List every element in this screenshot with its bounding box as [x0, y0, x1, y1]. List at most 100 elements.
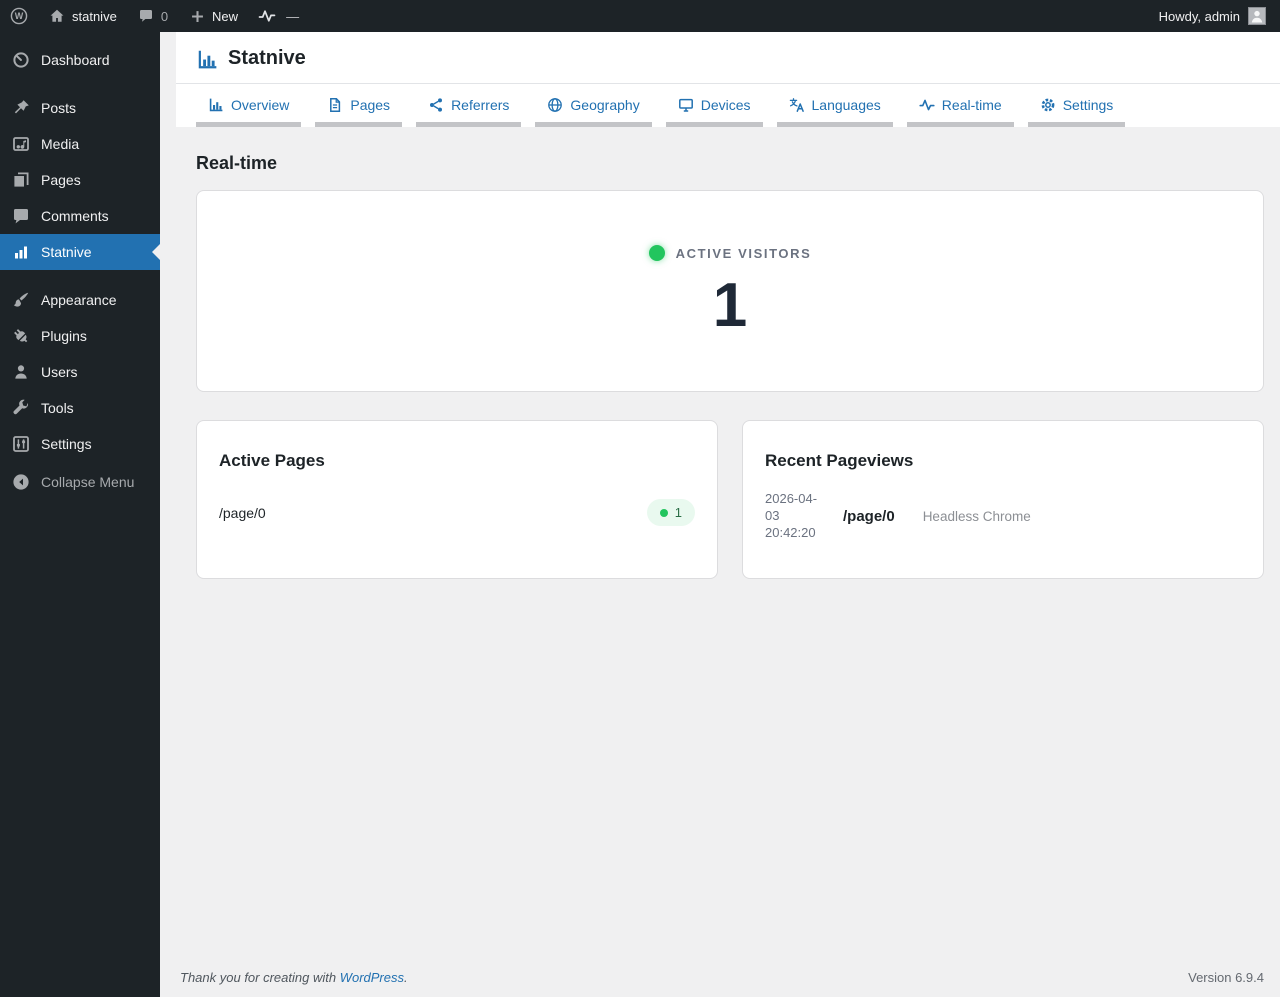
statnive-adminbar-menu[interactable]: —: [248, 0, 313, 32]
sidebar-item-posts[interactable]: Posts: [0, 90, 160, 126]
sidebar-item-media[interactable]: Media: [0, 126, 160, 162]
sidebar-item-collapse-menu[interactable]: Collapse Menu: [0, 464, 160, 500]
share-nodes-icon: [428, 97, 444, 113]
footer-period: .: [404, 970, 408, 985]
tab-bar: Overview Pages: [176, 84, 1280, 127]
menu-separator: [0, 270, 160, 282]
comment-bubble-icon: [137, 7, 155, 25]
comments-menu[interactable]: 0: [127, 0, 178, 32]
tab-referrers[interactable]: Referrers: [416, 84, 521, 127]
visitor-count-badge: 1: [647, 499, 695, 526]
sidebar-item-appearance[interactable]: Appearance: [0, 282, 160, 318]
sidebar-item-label: Plugins: [41, 328, 87, 344]
tab-label: Devices: [701, 97, 751, 113]
sidebar-item-plugins[interactable]: Plugins: [0, 318, 160, 354]
footer-thanks: Thank you for creating with WordPress.: [180, 970, 408, 985]
footer-thanks-text: Thank you for creating with: [180, 970, 336, 985]
statnive-adminbar-count: —: [282, 9, 303, 24]
comments-icon: [11, 206, 31, 226]
dashboard-gauge-icon: [11, 50, 31, 70]
active-pages-card: Active Pages /page/0 1: [196, 420, 718, 579]
sidebar-item-label: Comments: [41, 208, 109, 224]
badge-dot-icon: [660, 509, 668, 517]
section-heading: Real-time: [196, 153, 1264, 174]
pages-icon: [11, 170, 31, 190]
sidebar-item-label: Settings: [41, 436, 92, 452]
comments-count: 0: [161, 9, 168, 24]
plugin-icon: [11, 326, 31, 346]
home-icon: [48, 7, 66, 25]
tab-label: Pages: [350, 97, 390, 113]
wordpress-logo-menu[interactable]: W: [0, 0, 38, 32]
pageview-browser: Headless Chrome: [923, 509, 1031, 524]
page-path: /page/0: [219, 505, 266, 521]
tab-label: Geography: [570, 97, 639, 113]
collapse-arrow-icon: [11, 472, 31, 492]
plugin-header: Statnive Overview: [176, 32, 1280, 127]
media-icon: [11, 134, 31, 154]
page-content: Real-time ACTIVE VISITORS 1 Active Pages…: [176, 127, 1280, 579]
sidebar-item-label: Media: [41, 136, 79, 152]
footer-version: Version 6.9.4: [1188, 970, 1264, 985]
sidebar-item-label: Collapse Menu: [41, 474, 134, 490]
account-menu[interactable]: Howdy, admin: [1145, 0, 1280, 32]
wordpress-link[interactable]: WordPress: [340, 970, 404, 985]
sidebar-item-dashboard[interactable]: Dashboard: [0, 42, 160, 78]
cards-grid: Active Pages /page/0 1 Recent Pageviews …: [196, 420, 1264, 579]
page-title: Statnive: [228, 47, 306, 70]
pulse-icon: [258, 7, 276, 25]
plugin-title-row: Statnive: [176, 32, 1280, 84]
svg-text:W: W: [15, 11, 24, 21]
admin-footer: Thank you for creating with WordPress. V…: [176, 960, 1280, 997]
sidebar-item-label: Dashboard: [41, 52, 110, 68]
tab-label: Real-time: [942, 97, 1002, 113]
tab-label: Overview: [231, 97, 289, 113]
tab-label: Referrers: [451, 97, 509, 113]
admin-bar: W statnive 0 New: [0, 0, 1280, 32]
tab-label: Settings: [1063, 97, 1114, 113]
menu-separator: [0, 78, 160, 90]
tab-languages[interactable]: Languages: [777, 84, 893, 127]
avatar: [1248, 7, 1266, 25]
sidebar-item-settings[interactable]: Settings: [0, 426, 160, 462]
active-visitors-value: 1: [713, 275, 747, 337]
translate-icon: [789, 97, 805, 113]
sidebar-item-comments[interactable]: Comments: [0, 198, 160, 234]
user-icon: [11, 362, 31, 382]
sidebar-item-label: Tools: [41, 400, 74, 416]
sidebar-item-statnive[interactable]: Statnive: [0, 234, 160, 270]
new-content-menu[interactable]: New: [178, 0, 248, 32]
sidebar-item-pages[interactable]: Pages: [0, 162, 160, 198]
sidebar-item-tools[interactable]: Tools: [0, 390, 160, 426]
tab-pages[interactable]: Pages: [315, 84, 402, 127]
tab-devices[interactable]: Devices: [666, 84, 763, 127]
sidebar-item-label: Users: [41, 364, 78, 380]
tab-overview[interactable]: Overview: [196, 84, 301, 127]
card-title: Active Pages: [219, 451, 695, 471]
active-visitors-header: ACTIVE VISITORS: [649, 245, 812, 261]
site-name-menu[interactable]: statnive: [38, 0, 127, 32]
overview-chart-icon: [208, 97, 224, 113]
pushpin-icon: [11, 98, 31, 118]
wrench-icon: [11, 398, 31, 418]
pageview-row: 2026-04-03 20:42:20 /page/0 Headless Chr…: [765, 491, 1241, 542]
badge-count: 1: [675, 505, 682, 520]
sidebar-item-users[interactable]: Users: [0, 354, 160, 390]
tab-settings[interactable]: Settings: [1028, 84, 1126, 127]
tab-real-time[interactable]: Real-time: [907, 84, 1014, 127]
wordpress-logo-icon: W: [10, 7, 28, 25]
plus-icon: [188, 7, 206, 25]
tab-geography[interactable]: Geography: [535, 84, 651, 127]
paintbrush-icon: [11, 290, 31, 310]
tab-label: Languages: [812, 97, 881, 113]
sidebar-item-label: Pages: [41, 172, 81, 188]
admin-sidebar: Dashboard Posts Media Pages: [0, 32, 160, 997]
document-icon: [327, 97, 343, 113]
new-label: New: [212, 9, 238, 24]
howdy-label: Howdy, admin: [1159, 9, 1240, 24]
gear-icon: [1040, 97, 1056, 113]
pulse-icon: [919, 97, 935, 113]
sliders-icon: [11, 434, 31, 454]
sidebar-item-label: Statnive: [41, 244, 92, 260]
site-name-label: statnive: [72, 9, 117, 24]
